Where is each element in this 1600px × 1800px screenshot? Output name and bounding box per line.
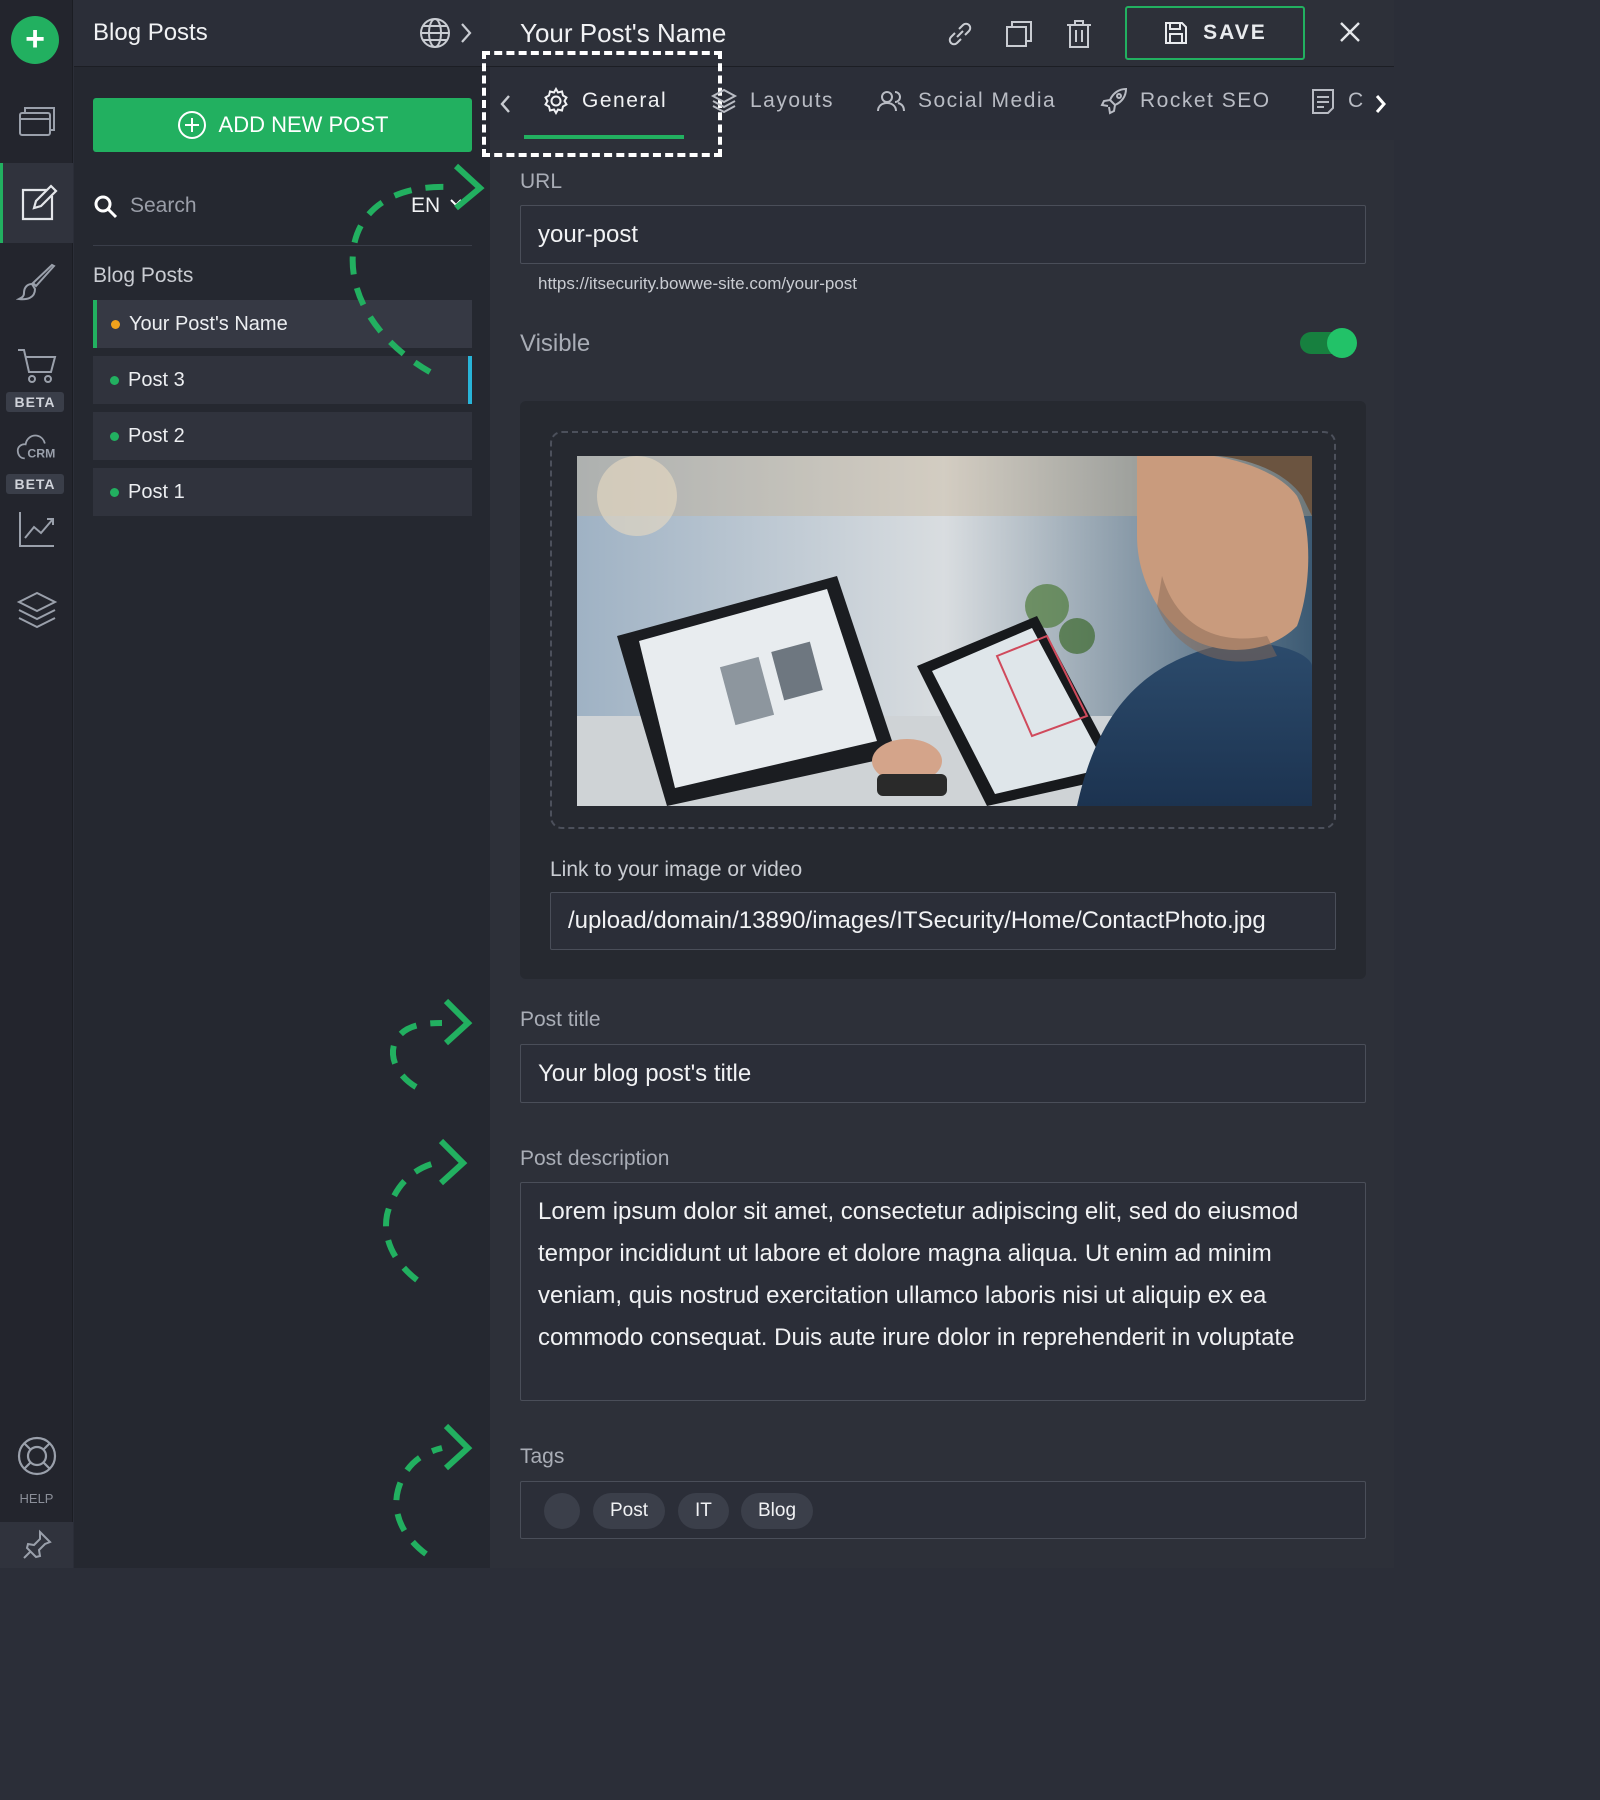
list-item-post[interactable]: Post 1: [93, 468, 472, 516]
visible-toggle[interactable]: [1300, 328, 1357, 358]
tag-chip[interactable]: Post: [593, 1493, 666, 1529]
list-item-post[interactable]: Post 2: [93, 412, 472, 460]
tab-c[interactable]: C: [1310, 87, 1365, 115]
chevron-right-icon[interactable]: [1372, 93, 1388, 115]
post-label: Post 2: [128, 424, 185, 447]
layers-icon: [710, 88, 738, 114]
help-label: HELP: [19, 1491, 54, 1506]
post-description-label: Post description: [520, 1147, 670, 1170]
crm-cloud-icon: CRM: [16, 434, 55, 461]
tags-label: Tags: [520, 1445, 565, 1468]
tutorial-arrow-icon: [393, 1423, 473, 1557]
photo-man-with-laptop-icon: [577, 456, 1312, 806]
duplicate-icon[interactable]: [1003, 18, 1035, 50]
svg-text:CRM: CRM: [27, 447, 55, 461]
status-dot: [110, 488, 119, 497]
tab-label: C: [1348, 89, 1365, 112]
media-panel: Link to your image or video /upload/doma…: [520, 401, 1366, 979]
chevron-right-icon[interactable]: [458, 20, 474, 46]
edit-icon: [21, 184, 58, 221]
image-dropzone[interactable]: [550, 431, 1336, 829]
users-icon: [877, 91, 905, 112]
tutorial-arrow-icon: [383, 1138, 468, 1283]
status-dot: [110, 376, 119, 385]
post-label: Post 1: [128, 480, 185, 503]
post-title-label: Post title: [520, 1008, 601, 1031]
floppy-disk-icon: [1165, 22, 1188, 44]
save-button[interactable]: SAVE: [1125, 6, 1305, 60]
blog-nav-button[interactable]: [0, 163, 73, 243]
add-new-post-label: ADD NEW POST: [218, 112, 389, 137]
tab-rocket-seo[interactable]: Rocket SEO: [1100, 87, 1271, 115]
add-tag-chip[interactable]: [544, 1493, 580, 1529]
page-title: Your Post's Name: [520, 18, 727, 48]
tab-label: Rocket SEO: [1140, 89, 1271, 112]
sidebar-title: Blog Posts: [93, 19, 208, 46]
post-label: Post 3: [128, 368, 185, 391]
brush-icon: [15, 263, 56, 301]
layers-icon: [16, 591, 57, 629]
sidebar: Blog Posts ADD NEW POST EN Blog Posts Yo…: [74, 0, 490, 1568]
url-input[interactable]: your-post: [520, 205, 1366, 264]
tab-label: Social Media: [918, 89, 1057, 112]
tutorial-highlight-frame: [482, 51, 722, 157]
help-button[interactable]: [0, 1416, 73, 1496]
tab-label: Layouts: [750, 89, 835, 112]
add-element-button[interactable]: +: [11, 16, 59, 64]
pin-icon: [22, 1529, 52, 1559]
post-title-input[interactable]: Your blog post's title: [520, 1044, 1366, 1103]
tags-input[interactable]: Post IT Blog: [520, 1481, 1366, 1539]
url-label: URL: [520, 170, 563, 193]
tab-layouts[interactable]: Layouts: [710, 87, 834, 115]
status-dot: [110, 432, 119, 441]
post-label: Your Post's Name: [129, 312, 288, 335]
post-description-textarea[interactable]: Lorem ipsum dolor sit amet, consectetur …: [520, 1182, 1366, 1401]
tutorial-arrow-icon: [389, 998, 473, 1090]
tutorial-arrow-icon: [349, 163, 485, 375]
status-dot: [111, 320, 120, 329]
lifebuoy-icon: [17, 1436, 56, 1476]
document-icon: [1312, 89, 1334, 114]
posts-section-title: Blog Posts: [93, 264, 194, 287]
save-label: SAVE: [1203, 21, 1267, 44]
pages-nav-button[interactable]: [0, 82, 73, 162]
tag-chip[interactable]: Blog: [741, 1493, 814, 1529]
close-icon[interactable]: [1336, 18, 1364, 46]
pages-icon: [18, 107, 55, 136]
search-icon: [94, 195, 118, 219]
full-url-text: https://itsecurity.bowwe-site.com/your-p…: [538, 274, 858, 293]
trash-icon[interactable]: [1063, 18, 1095, 50]
media-link-label: Link to your image or video: [550, 858, 803, 881]
rocket-icon: [1100, 87, 1128, 115]
media-link-input[interactable]: /upload/domain/13890/images/ITSecurity/H…: [550, 892, 1336, 950]
add-new-post-button[interactable]: ADD NEW POST: [93, 98, 472, 152]
tag-chip[interactable]: IT: [678, 1493, 729, 1529]
main-panel: Your Post's Name SAVE General Layouts So…: [482, 0, 1394, 1568]
layers-nav-button[interactable]: [0, 570, 73, 650]
toggle-knob: [1327, 328, 1357, 358]
cart-icon: [17, 349, 56, 383]
globe-icon[interactable]: [418, 16, 452, 50]
link-icon[interactable]: [944, 18, 976, 50]
post-image: [577, 456, 1312, 806]
tab-bar: General Layouts Social Media Rocket SEO …: [482, 51, 1394, 157]
chart-icon: [18, 512, 54, 547]
sidebar-header: Blog Posts: [74, 0, 490, 67]
pin-button[interactable]: [0, 1522, 73, 1568]
visible-label: Visible: [520, 330, 591, 357]
left-rail: + BETA CRM BETA HELP: [0, 0, 73, 1568]
plus-circle-icon: [177, 111, 206, 139]
stats-nav-button[interactable]: [0, 489, 73, 569]
tab-social-media[interactable]: Social Media: [876, 87, 1056, 115]
design-nav-button[interactable]: [0, 243, 73, 323]
